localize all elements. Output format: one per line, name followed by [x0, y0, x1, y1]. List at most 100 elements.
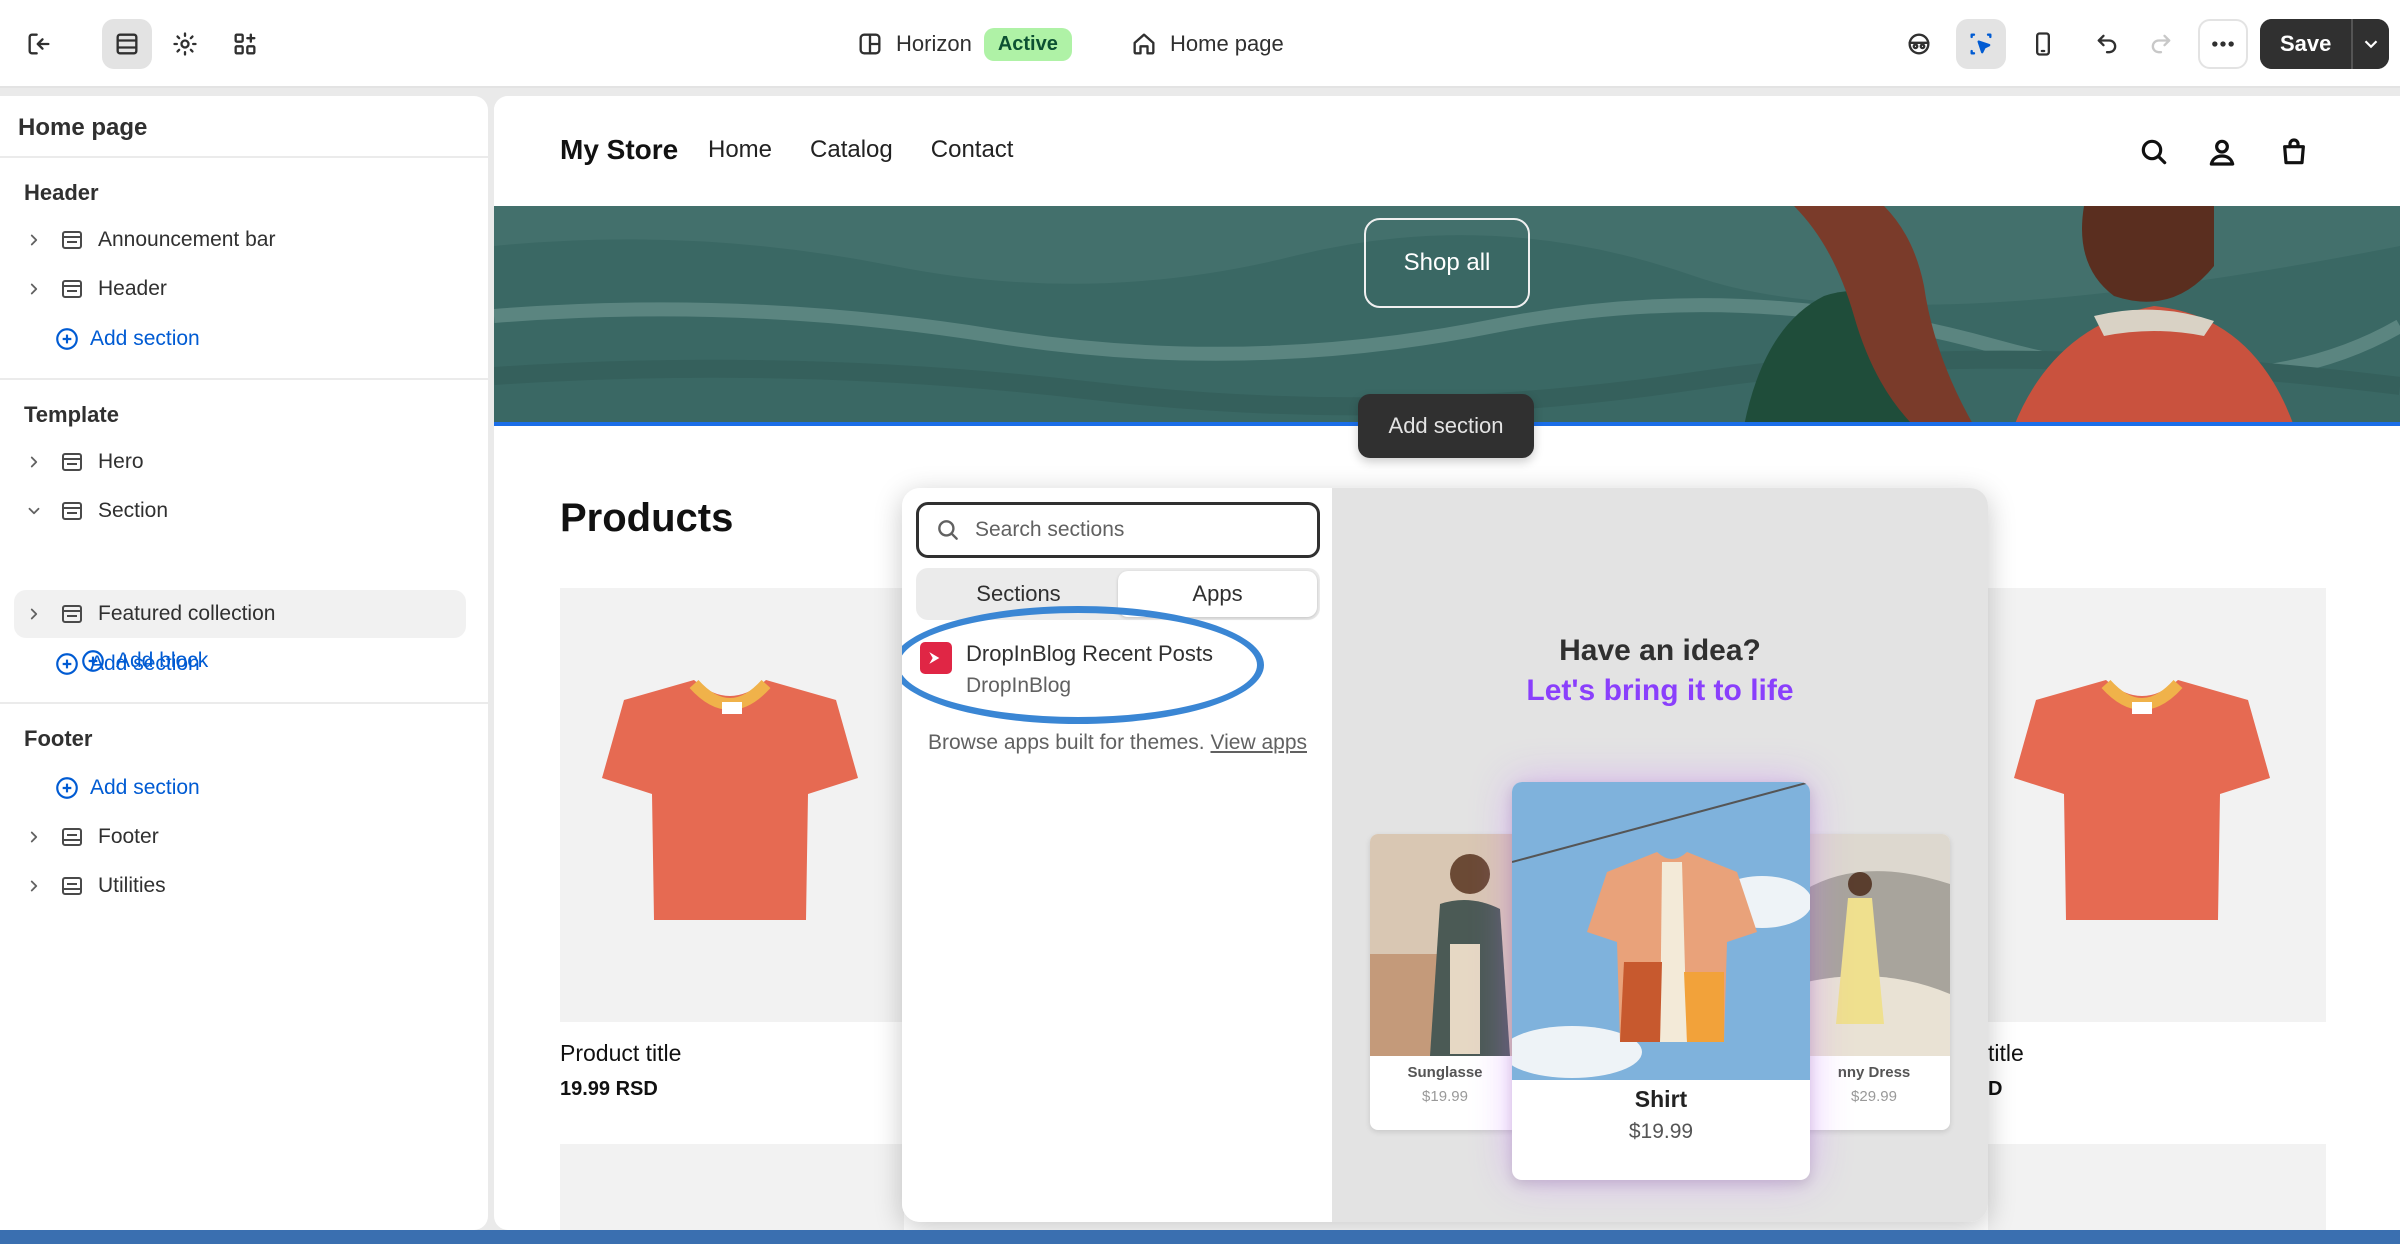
exit-icon — [28, 33, 50, 55]
section-icon — [58, 823, 86, 851]
inspector-icon — [1908, 33, 1930, 55]
picker-list-pane: Sections Apps DropInBlog Recent Posts Dr… — [902, 488, 1332, 1222]
page-selector[interactable]: Home page — [1130, 24, 1284, 64]
chevron-right-icon[interactable] — [20, 872, 48, 900]
chevron-right-icon[interactable] — [20, 448, 48, 476]
promo-subheading: Let's bring it to life — [1526, 674, 1794, 707]
tshirt-image — [2014, 679, 2270, 920]
store-nav: Home Catalog Contact — [708, 136, 1013, 164]
hero-section[interactable]: Shop all — [494, 206, 2400, 426]
redo-icon — [2151, 34, 2171, 54]
chevron-down-icon — [2365, 40, 2378, 49]
product-title[interactable]: Product title — [560, 1040, 681, 1067]
mobile-icon — [2036, 32, 2050, 56]
add-section-header-button[interactable]: Add section — [54, 319, 200, 359]
product-price: D — [1988, 1078, 2003, 1100]
shop-all-button[interactable]: Shop all — [1364, 218, 1530, 308]
sidebar-item-label: Header — [98, 277, 167, 300]
more-horizontal-icon — [2212, 41, 2234, 47]
app-item-text: DropInBlog Recent Posts DropInBlog — [966, 638, 1213, 710]
theme-selector[interactable]: Horizon Active — [856, 24, 1072, 64]
section-icon — [58, 226, 86, 254]
sidebar-item-section[interactable]: Section — [14, 487, 466, 535]
product-card-image[interactable] — [1988, 588, 2326, 1022]
add-section-label: Add section — [90, 776, 200, 799]
tab-sections[interactable]: Sections — [919, 571, 1118, 617]
store-header: My Store Home Catalog Contact — [494, 96, 2400, 206]
sidebar-item-header[interactable]: Header — [14, 265, 466, 313]
add-section-template-button[interactable]: Add section — [54, 644, 200, 684]
products-heading: Products — [560, 496, 734, 540]
product-card-image[interactable] — [560, 588, 904, 1022]
sidebar-item-featured-collection[interactable]: Featured collection — [14, 590, 466, 638]
product-title[interactable]: title — [1988, 1040, 2024, 1067]
nav-catalog[interactable]: Catalog — [810, 136, 893, 164]
promo-card-right: nny Dress $29.99 — [1798, 834, 1950, 1130]
promo-card-price: $19.99 — [1422, 1088, 1468, 1105]
chevron-right-icon[interactable] — [20, 275, 48, 303]
nav-contact[interactable]: Contact — [931, 136, 1014, 164]
undo-button[interactable] — [2082, 19, 2132, 69]
search-icon — [938, 520, 958, 540]
tab-apps[interactable]: Apps — [1118, 571, 1317, 617]
promo-heading: Have an idea? — [1559, 634, 1761, 667]
redo-button[interactable] — [2136, 19, 2186, 69]
apps-icon — [234, 33, 256, 55]
cart-icon[interactable] — [2274, 132, 2314, 172]
app-item-dropinblog[interactable]: DropInBlog Recent Posts DropInBlog — [920, 638, 1310, 710]
promo-card-main: Shirt $19.99 — [1512, 782, 1810, 1180]
sidebar-item-label: Footer — [98, 825, 159, 848]
search-sections-input[interactable] — [975, 518, 1295, 542]
chevron-right-icon[interactable] — [20, 600, 48, 628]
sidebar-item-utilities[interactable]: Utilities — [14, 862, 466, 910]
sidebar-item-label: Featured collection — [98, 602, 276, 625]
product-card-image[interactable] — [560, 1144, 904, 1230]
sidebar-item-announcement-bar[interactable]: Announcement bar — [14, 216, 466, 264]
group-label-footer: Footer — [24, 726, 93, 751]
product-card-image[interactable] — [1988, 1144, 2326, 1230]
editor-topbar: Horizon Active Home page Save — [0, 0, 2400, 88]
chevron-right-icon[interactable] — [20, 226, 48, 254]
nav-home[interactable]: Home — [708, 136, 772, 164]
sunglasses-man-image — [1370, 834, 1520, 1056]
view-apps-link[interactable]: View apps — [1210, 731, 1307, 754]
preview-inspector-button[interactable] — [1894, 19, 1944, 69]
search-sections-box[interactable] — [916, 502, 1320, 558]
store-logo[interactable]: My Store — [560, 134, 678, 166]
chevron-down-icon[interactable] — [20, 497, 48, 525]
save-options-button[interactable] — [2351, 19, 2390, 69]
dropinblog-logo-icon — [920, 642, 952, 674]
save-button[interactable]: Save — [2260, 19, 2352, 69]
sections-sidebar: Home page Header Announcement bar Header… — [0, 96, 488, 1230]
theme-settings-button[interactable] — [160, 19, 210, 69]
section-icon — [58, 600, 86, 628]
divider — [0, 702, 488, 704]
device-preview-button[interactable] — [2018, 19, 2068, 69]
exit-button[interactable] — [14, 19, 64, 69]
search-icon[interactable] — [2134, 132, 2174, 172]
more-actions-button[interactable] — [2198, 19, 2248, 69]
sidebar-item-footer[interactable]: Footer — [14, 813, 466, 861]
sidebar-item-hero[interactable]: Hero — [14, 438, 466, 486]
browse-apps-label: Browse apps built for themes. — [928, 731, 1205, 754]
app-embeds-button[interactable] — [220, 19, 270, 69]
picker-preview-pane: Have an idea? Let's bring it to life Sun… — [1332, 488, 1988, 1222]
picker-tabs: Sections Apps — [916, 568, 1320, 620]
sidebar-item-label: Hero — [98, 450, 144, 473]
divider — [0, 156, 488, 158]
sidebar-item-label: Announcement bar — [98, 228, 276, 251]
promo-card-label: nny Dress — [1837, 1064, 1911, 1081]
app-vendor: DropInBlog — [966, 674, 1072, 697]
add-section-footer-button[interactable]: Add section — [54, 768, 200, 808]
browse-apps-text: Browse apps built for themes. View apps — [928, 726, 1308, 759]
promo-card-price: $19.99 — [1628, 1120, 1694, 1143]
chevron-right-icon[interactable] — [20, 823, 48, 851]
add-section-label: Add section — [90, 652, 200, 675]
sections-view-button[interactable] — [102, 19, 152, 69]
add-section-tooltip-button[interactable]: Add section — [1358, 394, 1534, 458]
plus-circle-icon — [56, 777, 78, 799]
hanging-shirt-image — [1512, 782, 1810, 1080]
section-icon — [58, 275, 86, 303]
select-element-button[interactable] — [1956, 19, 2006, 69]
account-icon[interactable] — [2202, 132, 2242, 172]
